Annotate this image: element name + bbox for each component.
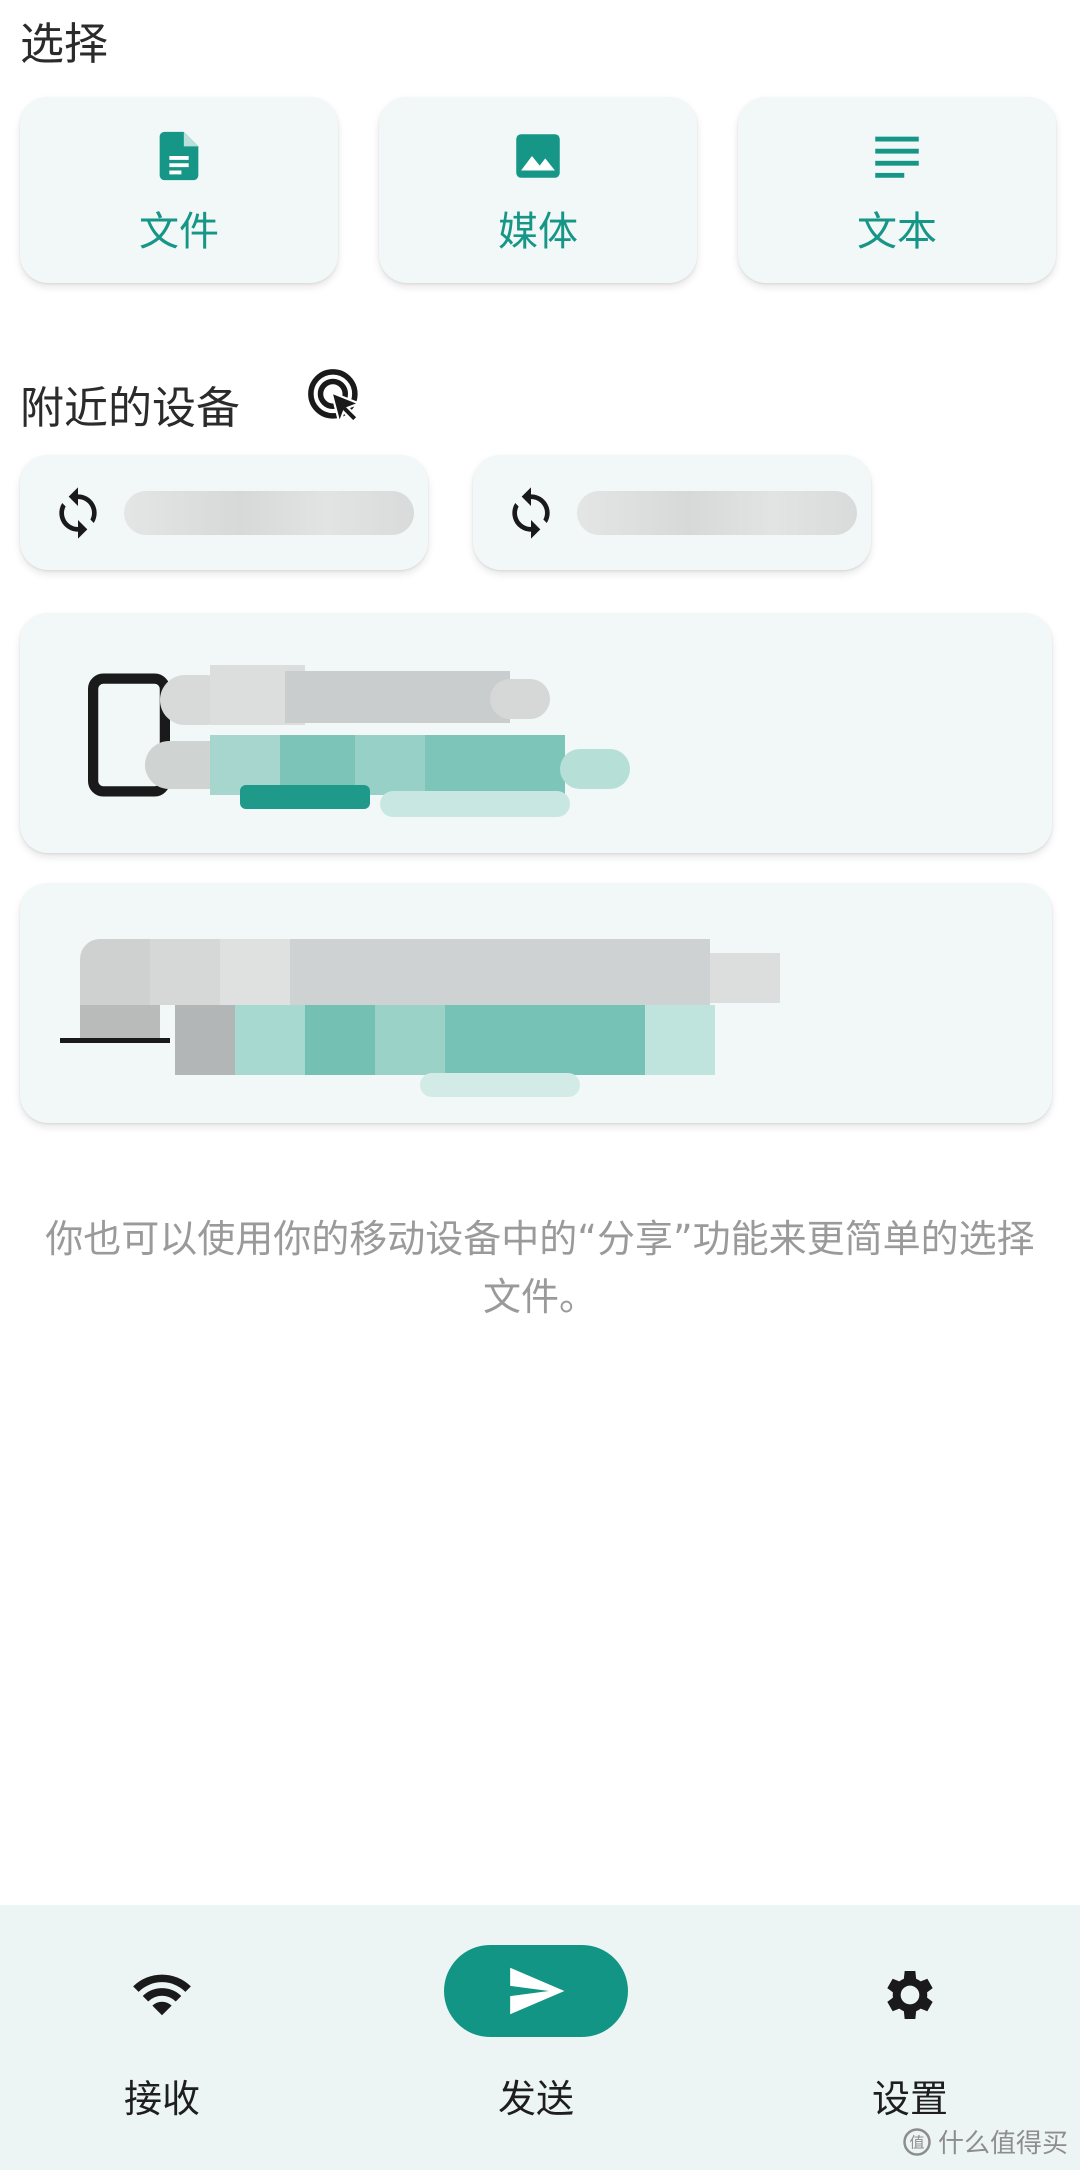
nav-receive-label: 接收: [123, 2077, 200, 2121]
nearby-device-pill-1[interactable]: [20, 455, 428, 570]
file-icon: [159, 131, 199, 181]
pick-media-button[interactable]: 媒体: [379, 97, 697, 283]
sync-icon: [512, 486, 550, 539]
nav-send-label: 发送: [497, 2077, 574, 2121]
device-name-redacted: [124, 490, 414, 535]
svg-text:值: 值: [909, 2133, 924, 2151]
watermark-text: 什么值得买: [937, 2129, 1068, 2159]
nav-settings-label: 设置: [871, 2077, 948, 2121]
wifi-icon: [133, 1974, 191, 2016]
device-card-desktop[interactable]: [20, 883, 1052, 1123]
pick-file-button[interactable]: 文件: [20, 97, 338, 283]
nav-receive[interactable]: 接收: [12, 1905, 312, 2170]
nav-send-active-indicator: [444, 1945, 628, 2037]
watermark: 值 什么值得买: [902, 2123, 1068, 2160]
nearby-device-pill-2[interactable]: [473, 455, 871, 570]
device-card-phone[interactable]: [20, 613, 1052, 853]
select-section-title: 选择: [20, 19, 108, 70]
nav-send[interactable]: 发送: [386, 1905, 686, 2170]
scan-touch-icon[interactable]: [304, 365, 370, 431]
send-icon: [510, 1967, 565, 2015]
nearby-devices-title: 附近的设备: [20, 383, 240, 434]
pick-media-label: 媒体: [498, 209, 578, 255]
gear-icon: [887, 1971, 933, 2019]
share-hint-text: 你也可以使用你的移动设备中的“分享”功能来更简单的选择文件。: [45, 1217, 1035, 1319]
send-screen: 选择 文件 媒体 文本 附近的设备 你也可以使用你的移动设备中的“分享”功能来更…: [0, 0, 1080, 2170]
device-name-redacted: [577, 490, 857, 535]
sync-icon: [59, 486, 97, 539]
pick-text-button[interactable]: 文本: [738, 97, 1056, 283]
watermark-logo-icon: 值: [903, 2127, 931, 2156]
text-icon: [875, 136, 919, 178]
image-icon: [516, 134, 560, 178]
pick-text-label: 文本: [857, 209, 937, 255]
pick-file-label: 文件: [139, 209, 219, 255]
